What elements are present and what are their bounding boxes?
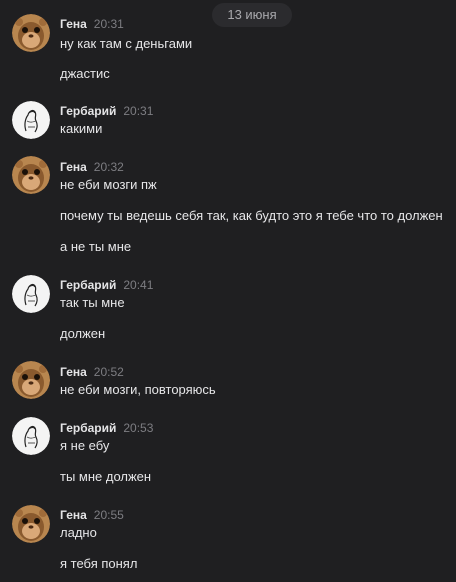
message-header: Гена 20:31 [60,16,124,32]
message-text: не еби мозги пж [60,177,157,192]
hamster-avatar-icon[interactable] [12,156,50,194]
hamster-avatar-icon[interactable] [12,14,50,52]
message-header: Гербарий 20:53 [60,420,153,436]
hamster-avatar-icon[interactable] [12,505,50,543]
sketch-avatar-icon[interactable] [12,275,50,313]
message-header: Гербарий 20:41 [60,277,153,293]
author-name[interactable]: Гербарий [60,421,116,435]
sketch-avatar-icon[interactable] [12,417,50,455]
message-time: 20:32 [93,160,124,174]
message-header: Гена 20:52 [60,364,124,380]
message-text: а не ты мне [60,239,132,254]
message-header: Гена 20:32 [60,159,124,175]
message-text: ну как там с деньгами [60,36,193,51]
author-name[interactable]: Гена [60,365,87,379]
date-separator: 13 июня [212,3,292,27]
author-name[interactable]: Гена [60,508,87,522]
message-time: 20:31 [123,104,154,118]
message-header: Гербарий 20:31 [60,103,153,119]
message-time: 20:55 [93,508,124,522]
message-text: не еби мозги, повторяюсь [60,382,216,397]
author-name[interactable]: Гербарий [60,278,116,292]
message-time: 20:52 [93,365,124,379]
message-text: ладно [60,525,97,540]
message-text: почему ты ведешь себя так, как будто это… [60,208,443,223]
message-time: 20:31 [93,17,124,31]
hamster-avatar-icon[interactable] [12,361,50,399]
message-text: ты мне должен [60,469,152,484]
message-time: 20:41 [123,278,154,292]
message-text: я тебя понял [60,556,138,571]
message-text: так ты мне [60,295,125,310]
message-text: какими [60,121,103,136]
author-name[interactable]: Гербарий [60,104,116,118]
message-text: я не ебу [60,438,110,453]
message-time: 20:53 [123,421,154,435]
chat-view: 13 июня Гена 20:31 ну как там с деньгами … [0,0,456,582]
message-header: Гена 20:55 [60,507,124,523]
author-name[interactable]: Гена [60,17,87,31]
message-text: джастис [60,66,110,81]
message-text: должен [60,326,106,341]
author-name[interactable]: Гена [60,160,87,174]
sketch-avatar-icon[interactable] [12,101,50,139]
